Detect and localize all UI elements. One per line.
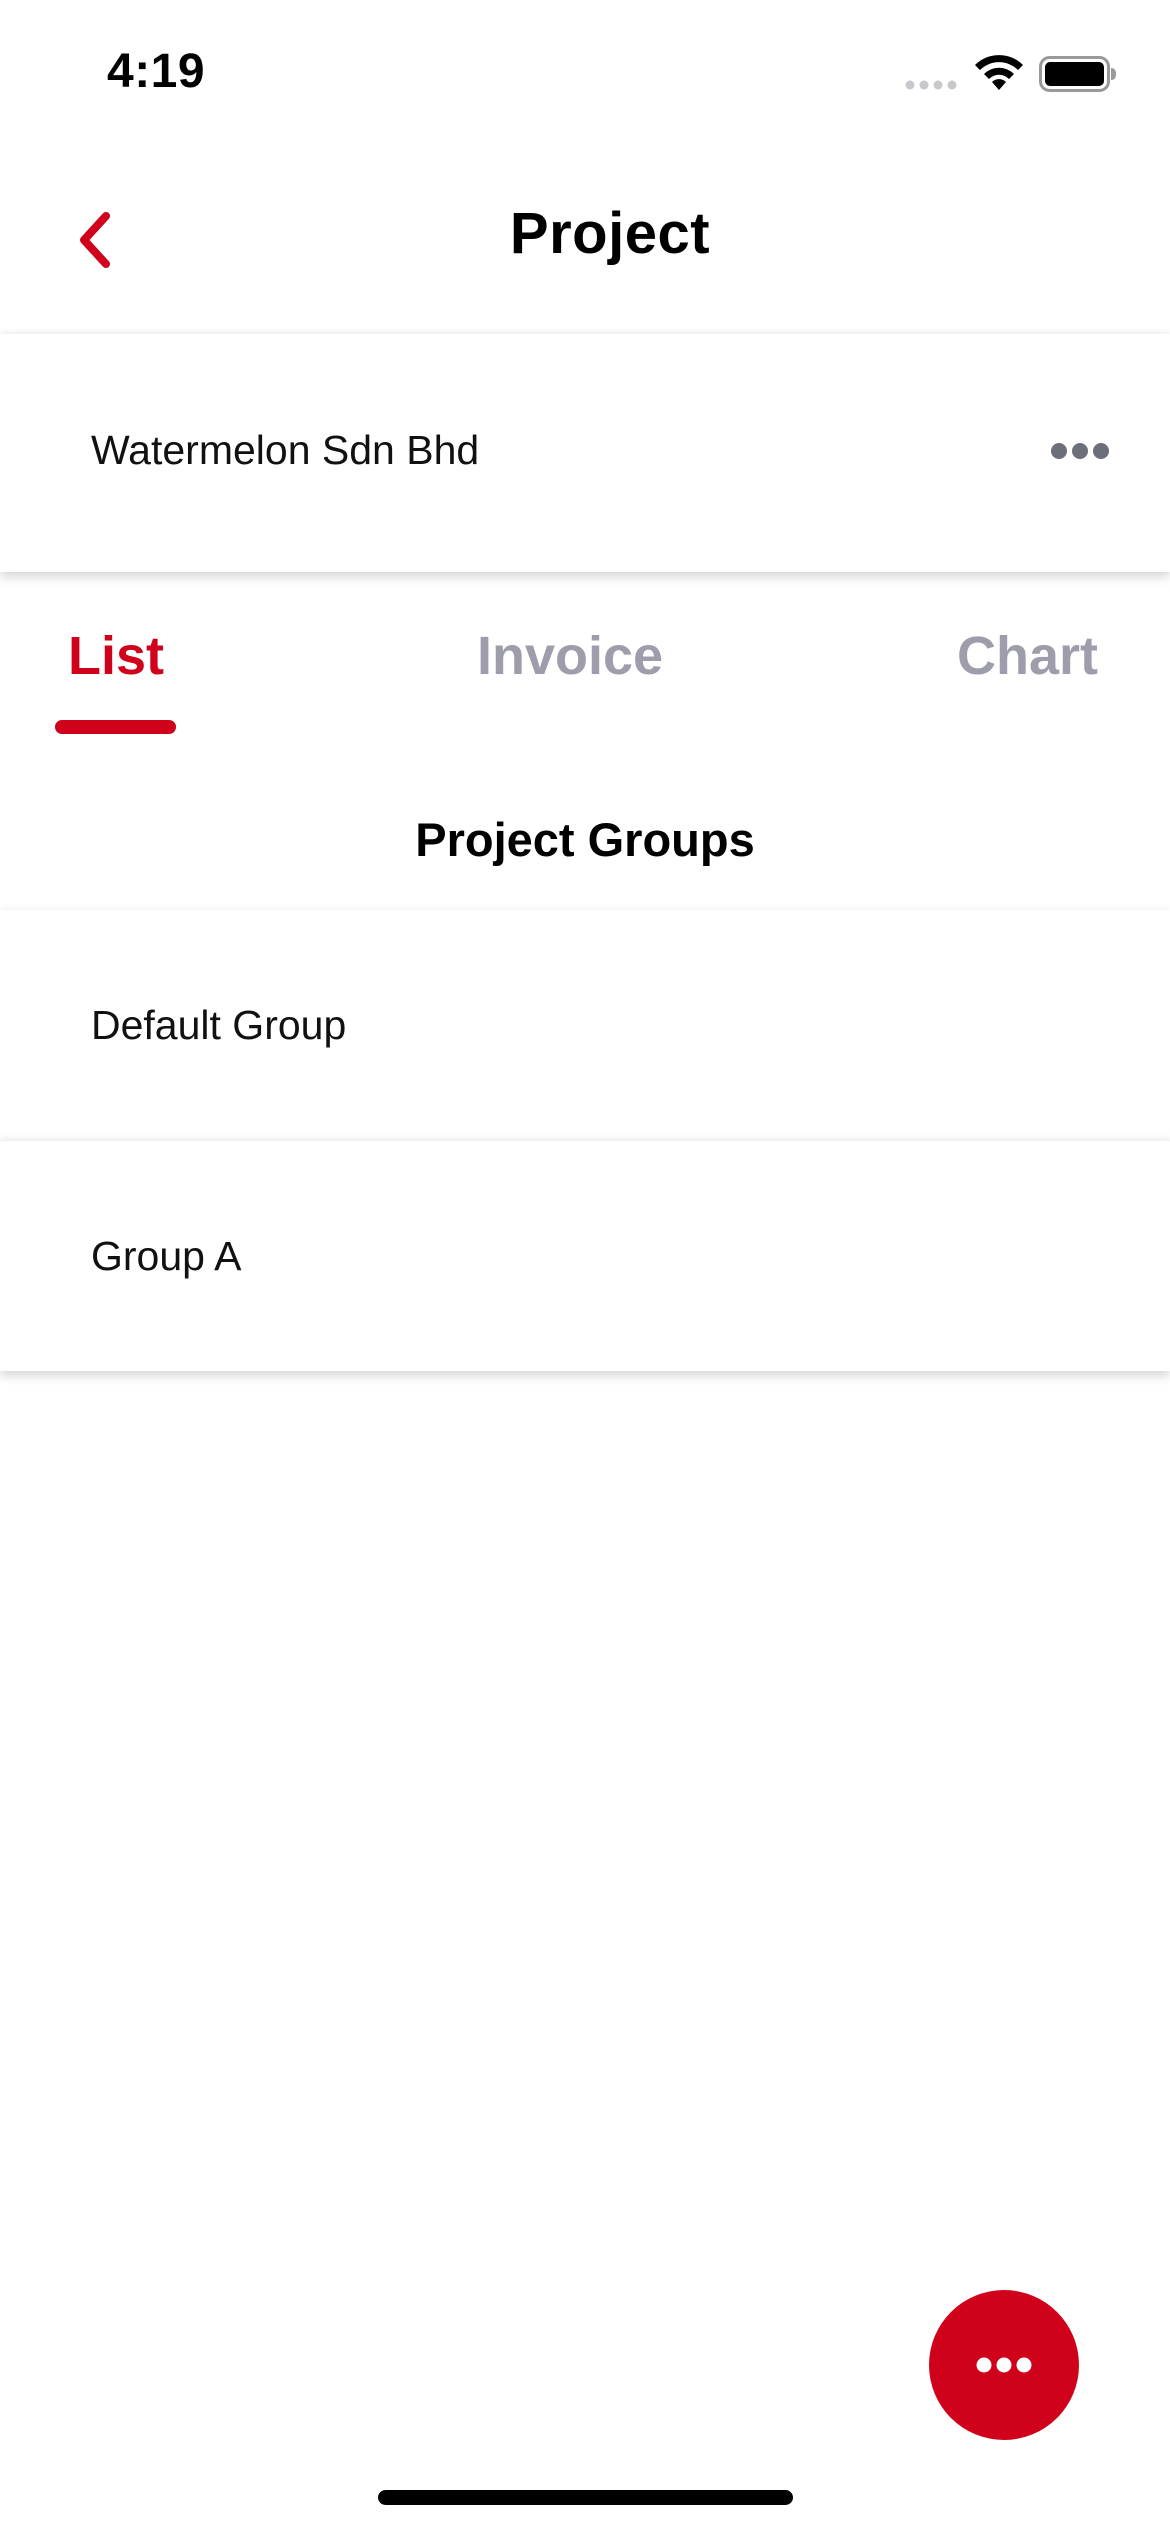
project-groups-list: Default Group Group A — [0, 910, 1170, 1371]
active-tab-indicator — [55, 720, 176, 734]
home-indicator — [378, 2490, 793, 2505]
tab-chart[interactable]: Chart — [957, 625, 1098, 687]
status-bar: 4:19 — [0, 0, 1170, 150]
list-item-group-a[interactable]: Group A — [0, 1140, 1170, 1371]
floating-action-button[interactable] — [929, 2290, 1079, 2440]
wifi-icon — [975, 55, 1023, 90]
list-item-default-group[interactable]: Default Group — [0, 910, 1170, 1140]
battery-icon — [1039, 56, 1116, 92]
cellular-signal-icon — [905, 80, 957, 90]
tab-list[interactable]: List — [68, 625, 164, 687]
tab-invoice[interactable]: Invoice — [477, 625, 663, 687]
ellipsis-icon — [1051, 443, 1109, 459]
ellipsis-icon — [976, 2357, 1032, 2373]
page-title: Project — [509, 201, 711, 266]
group-label: Group A — [91, 1233, 242, 1279]
nav-header: Project — [0, 150, 1170, 330]
section-heading: Project Groups — [415, 813, 755, 866]
company-more-button[interactable] — [1045, 431, 1115, 471]
tab-bar: List Invoice Chart — [0, 600, 1170, 740]
company-card: Watermelon Sdn Bhd — [0, 334, 1170, 572]
group-label: Default Group — [91, 1002, 347, 1048]
company-name: Watermelon Sdn Bhd — [91, 427, 480, 473]
status-time: 4:19 — [107, 45, 206, 98]
